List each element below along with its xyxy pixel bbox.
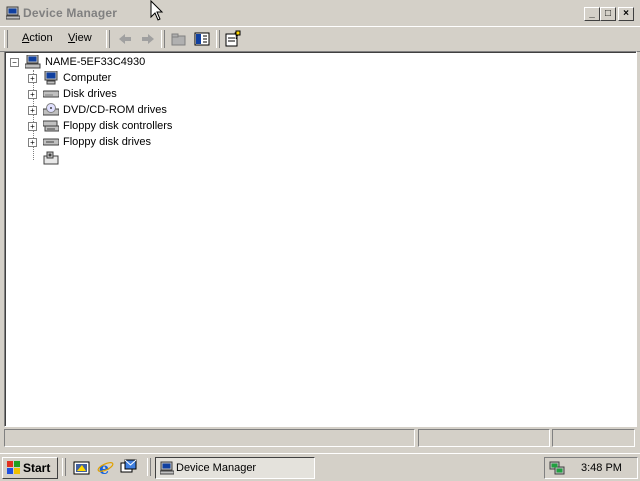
tree-node-dvd-cdrom[interactable]: + DVD/CD-ROM drives: [27, 102, 247, 118]
cdrom-icon: [43, 103, 59, 116]
expand-icon[interactable]: +: [28, 106, 37, 115]
taskbar-button-device-manager[interactable]: Device Manager: [155, 457, 315, 479]
system-tray: 3:48 PM: [544, 457, 638, 479]
menu-action[interactable]: Action: [22, 32, 53, 44]
minimize-button[interactable]: _: [584, 7, 600, 21]
computer-icon: [160, 461, 174, 475]
minimize-icon: _: [589, 8, 595, 19]
status-bar: [4, 429, 635, 447]
network-icon[interactable]: [549, 460, 566, 476]
floppy-controller-icon: [43, 120, 59, 132]
taskbar-grip: [62, 458, 66, 476]
clock[interactable]: 3:48 PM: [581, 462, 622, 474]
maximize-button[interactable]: □: [600, 7, 616, 21]
close-button[interactable]: ×: [618, 7, 634, 21]
computer-icon: [6, 6, 20, 20]
status-panel-3: [552, 429, 635, 447]
taskbar-grip: [147, 458, 151, 476]
monitor-icon: [44, 71, 58, 85]
collapse-icon[interactable]: −: [10, 58, 19, 67]
svg-text:e: e: [99, 459, 109, 476]
tree-node-label: Floppy disk drives: [63, 136, 152, 148]
status-panel-2: [418, 429, 550, 447]
tree-node-computer[interactable]: + Computer: [27, 70, 227, 86]
close-icon: ×: [623, 8, 629, 19]
taskbar: Start e Device Manager 3:48 PM: [0, 453, 640, 481]
floppy-drive-icon: [43, 138, 59, 146]
back-arrow-icon[interactable]: [116, 30, 134, 48]
forward-arrow-icon[interactable]: [139, 30, 157, 48]
toolbar-grip[interactable]: [106, 30, 110, 48]
show-hide-tree-icon[interactable]: [193, 30, 211, 48]
tree-node-label: NAME-5EF33C4930: [45, 56, 146, 68]
windows-logo-icon: [7, 461, 20, 474]
up-folder-icon[interactable]: [170, 30, 188, 48]
expand-icon[interactable]: +: [28, 74, 37, 83]
start-button[interactable]: Start: [2, 457, 58, 479]
properties-help-icon[interactable]: ?: [224, 30, 242, 48]
device-tree[interactable]: − NAME-5EF33C4930 + Computer + Disk driv…: [4, 51, 637, 427]
status-panel-main: [4, 429, 415, 447]
tree-node-unknown-device[interactable]: [27, 150, 127, 166]
tree-node-root[interactable]: − NAME-5EF33C4930: [9, 54, 209, 70]
disk-drive-icon: [43, 90, 59, 98]
tree-node-floppy-drives[interactable]: + Floppy disk drives: [27, 134, 247, 150]
outlook-express-icon[interactable]: [120, 459, 137, 476]
maximize-icon: □: [604, 8, 612, 19]
mouse-cursor-icon: [150, 0, 164, 21]
computer-icon: [25, 55, 41, 69]
toolbar-grip: [161, 30, 165, 48]
tree-node-label: Disk drives: [63, 88, 117, 100]
tree-node-label: Computer: [63, 72, 112, 84]
title-bar[interactable]: Device Manager _ □ ×: [0, 0, 640, 27]
tree-node-label: DVD/CD-ROM drives: [63, 104, 167, 116]
tree-node-label: Floppy disk controllers: [63, 120, 173, 132]
toolbar-grip[interactable]: [4, 30, 8, 48]
taskbar-button-label: Device Manager: [176, 462, 257, 474]
window-title: Device Manager: [23, 6, 118, 20]
expand-icon[interactable]: +: [28, 138, 37, 147]
menu-view[interactable]: View: [68, 32, 92, 44]
toolbar-grip: [216, 30, 220, 48]
unknown-device-icon: [43, 151, 59, 165]
internet-explorer-icon[interactable]: e: [97, 459, 114, 476]
tree-node-disk-drives[interactable]: + Disk drives: [27, 86, 227, 102]
show-desktop-icon[interactable]: [73, 459, 90, 476]
expand-icon[interactable]: +: [28, 122, 37, 131]
toolbar: Action View ?: [0, 26, 640, 52]
expand-icon[interactable]: +: [28, 90, 37, 99]
start-label: Start: [23, 461, 51, 475]
tree-node-floppy-controllers[interactable]: + Floppy disk controllers: [27, 118, 267, 134]
